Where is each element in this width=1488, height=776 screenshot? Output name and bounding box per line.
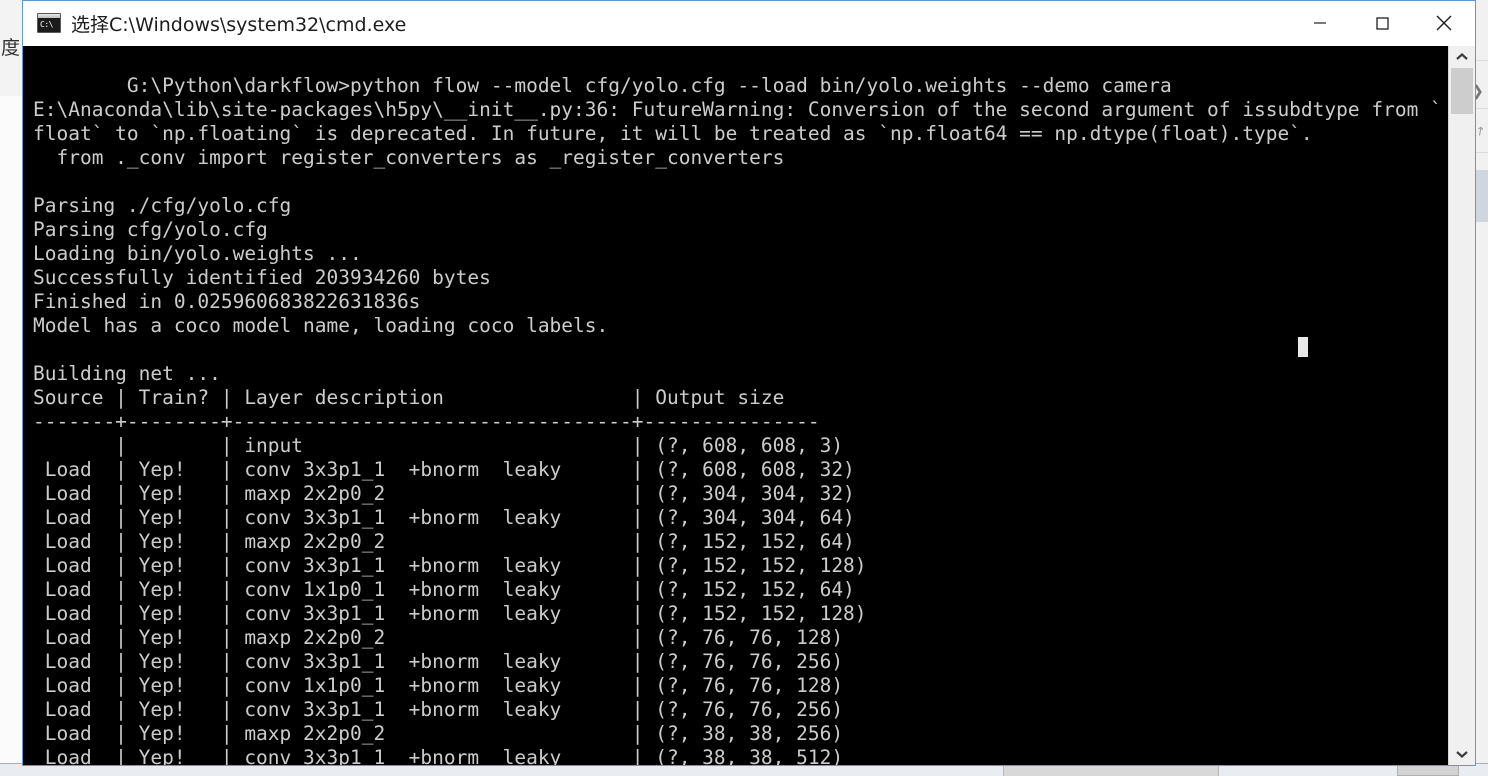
- console-scrollbar[interactable]: [1448, 46, 1475, 765]
- text-cursor: [1298, 337, 1308, 357]
- scroll-up-button[interactable]: [1449, 46, 1475, 68]
- window-title: 选择C:\Windows\system32\cmd.exe: [71, 13, 407, 36]
- titlebar[interactable]: C:\ 选择C:\Windows\system32\cmd.exe: [23, 1, 1475, 46]
- minimize-icon: [1314, 22, 1326, 24]
- minimize-button[interactable]: [1289, 1, 1351, 45]
- window-controls: [1289, 1, 1475, 45]
- console-lines: G:\Python\darkflow>python flow --model c…: [33, 74, 1442, 765]
- scroll-down-button[interactable]: [1449, 743, 1475, 765]
- cmd-icon: C:\: [37, 13, 61, 33]
- console-area[interactable]: G:\Python\darkflow>python flow --model c…: [23, 46, 1475, 765]
- cmd-icon-label: C:\: [40, 20, 53, 29]
- close-icon: [1436, 15, 1452, 31]
- console-output[interactable]: G:\Python\darkflow>python flow --model c…: [23, 46, 1448, 765]
- chevron-up-icon: [1456, 53, 1468, 60]
- background-left-glyph: 度: [1, 37, 21, 59]
- scrollbar-track[interactable]: [1449, 68, 1475, 743]
- scrollbar-thumb[interactable]: [1451, 68, 1473, 114]
- chevron-down-icon: [1456, 751, 1468, 758]
- desktop: 度 ❯ ↗ 文件 456 C:\ 选择C:\Windows\system32\c…: [0, 0, 1488, 776]
- background-left-strip: [0, 96, 23, 776]
- maximize-icon: [1376, 17, 1389, 30]
- close-button[interactable]: [1413, 1, 1475, 45]
- maximize-button[interactable]: [1351, 1, 1413, 45]
- cmd-window: C:\ 选择C:\Windows\system32\cmd.exe G:\Pyt…: [22, 0, 1476, 766]
